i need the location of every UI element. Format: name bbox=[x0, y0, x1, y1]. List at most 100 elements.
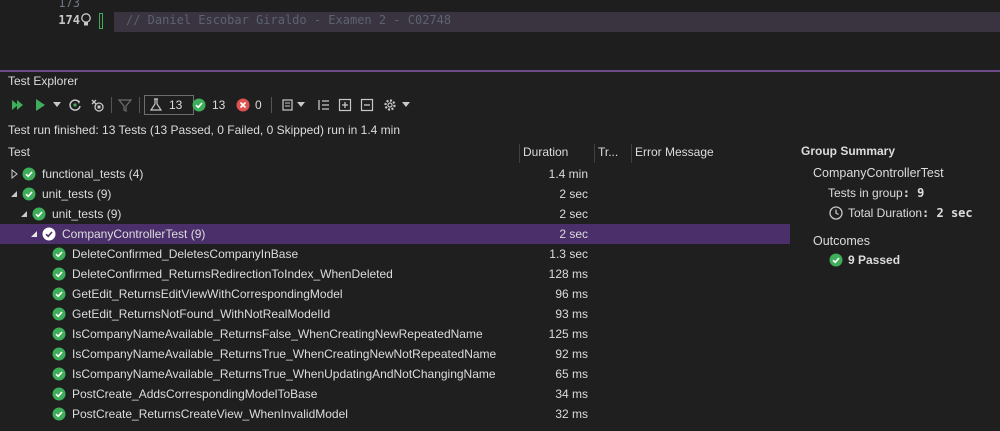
test-duration: 65 ms bbox=[555, 367, 588, 381]
test-duration: 92 ms bbox=[555, 347, 588, 361]
test-row[interactable]: DeleteConfirmed_DeletesCompanyInBase 1.3 … bbox=[0, 244, 790, 264]
test-row[interactable]: PostCreate_AddsCorrespondingModelToBase 3… bbox=[0, 384, 790, 404]
lightbulb-icon[interactable] bbox=[80, 12, 92, 28]
line-number: 173 bbox=[58, 0, 80, 10]
line-number-current: 174 bbox=[58, 13, 80, 27]
tree-row-company-controller-test[interactable]: CompanyControllerTest (9) 2 sec bbox=[0, 224, 790, 244]
test-name: PostCreate_AddsCorrespondingModelToBase bbox=[72, 387, 318, 401]
test-name: functional_tests (4) bbox=[42, 167, 144, 181]
test-name: PostCreate_ReturnsCreateView_WhenInvalid… bbox=[72, 407, 348, 421]
test-name: CompanyControllerTest (9) bbox=[62, 227, 206, 241]
column-divider[interactable] bbox=[631, 144, 632, 163]
tests-in-group-value: 9 bbox=[917, 186, 925, 200]
toolbar-separator bbox=[139, 97, 140, 113]
group-summary-name: CompanyControllerTest bbox=[813, 166, 944, 180]
run-summary: Test run finished: 13 Tests (13 Passed, … bbox=[8, 123, 400, 137]
expand-all-icon[interactable] bbox=[337, 96, 353, 114]
test-name: unit_tests (9) bbox=[42, 187, 112, 201]
column-header-error-message[interactable]: Error Message bbox=[635, 145, 714, 163]
column-header-duration[interactable]: Duration bbox=[523, 145, 568, 163]
test-duration: 34 ms bbox=[555, 387, 588, 401]
passed-icon bbox=[22, 187, 36, 201]
test-duration: 93 ms bbox=[555, 307, 588, 321]
run-all-icon[interactable] bbox=[9, 96, 25, 114]
test-name: IsCompanyNameAvailable_ReturnsTrue_WhenU… bbox=[72, 367, 496, 381]
toolbar-separator bbox=[271, 97, 272, 113]
test-duration: 2 sec bbox=[559, 227, 588, 241]
test-row[interactable]: IsCompanyNameAvailable_ReturnsTrue_WhenC… bbox=[0, 344, 790, 364]
chevron-right-icon[interactable] bbox=[11, 169, 19, 179]
test-row[interactable]: IsCompanyNameAvailable_ReturnsFalse_When… bbox=[0, 324, 790, 344]
filter-icon[interactable] bbox=[117, 96, 133, 114]
playlist-icon[interactable] bbox=[280, 96, 296, 114]
test-row[interactable]: DeleteConfirmed_ReturnsRedirectionToInde… bbox=[0, 264, 790, 284]
test-name: GetEdit_ReturnsEditViewWithCorresponding… bbox=[72, 287, 343, 301]
test-duration: 32 ms bbox=[555, 407, 588, 421]
passed-icon bbox=[52, 287, 66, 301]
panel-title: Test Explorer bbox=[8, 74, 79, 88]
test-duration: 2 sec bbox=[559, 207, 588, 221]
code-comment[interactable]: // Daniel Escobar Giraldo - Examen 2 - C… bbox=[126, 13, 451, 27]
passed-selected-icon bbox=[42, 227, 56, 241]
total-duration-value: 2 sec bbox=[936, 206, 973, 220]
chevron-down-icon[interactable] bbox=[402, 96, 410, 114]
passed-icon bbox=[52, 347, 66, 361]
test-duration: 96 ms bbox=[555, 287, 588, 301]
test-row[interactable]: PostCreate_ReturnsCreateView_WhenInvalid… bbox=[0, 404, 790, 424]
test-name: IsCompanyNameAvailable_ReturnsFalse_When… bbox=[72, 327, 483, 341]
column-divider[interactable] bbox=[519, 144, 520, 163]
test-toolbar: 13 13 0 bbox=[0, 94, 520, 116]
test-name: unit_tests (9) bbox=[52, 207, 122, 221]
tree-row-unit-tests[interactable]: unit_tests (9) 2 sec bbox=[0, 184, 790, 204]
chevron-expanded-icon[interactable] bbox=[30, 229, 38, 239]
column-header-traits[interactable]: Tr... bbox=[598, 145, 618, 163]
test-duration: 1.4 min bbox=[548, 167, 588, 181]
passed-outcome[interactable]: 9 Passed bbox=[848, 253, 900, 267]
test-name: IsCompanyNameAvailable_ReturnsTrue_WhenC… bbox=[72, 347, 497, 361]
test-duration: 2 sec bbox=[559, 187, 588, 201]
repeat-run-icon[interactable] bbox=[67, 96, 83, 114]
group-by-icon[interactable] bbox=[316, 96, 332, 114]
flask-icon bbox=[148, 96, 164, 114]
test-duration: 125 ms bbox=[548, 327, 588, 341]
chevron-expanded-icon[interactable] bbox=[20, 209, 28, 219]
passed-icon bbox=[52, 247, 66, 261]
test-row[interactable]: IsCompanyNameAvailable_ReturnsTrue_WhenU… bbox=[0, 364, 790, 384]
tests-in-group: Tests in group: 9 bbox=[828, 186, 924, 200]
failed-filter-icon[interactable] bbox=[235, 96, 251, 114]
gear-icon[interactable] bbox=[382, 96, 398, 114]
tests-in-group-label: Tests in group bbox=[828, 186, 903, 200]
passed-icon bbox=[52, 387, 66, 401]
chevron-expanded-icon[interactable] bbox=[10, 189, 18, 199]
passed-icon bbox=[52, 367, 66, 381]
outcomes-label: Outcomes bbox=[813, 234, 870, 248]
run-icon[interactable] bbox=[32, 96, 48, 114]
passed-icon bbox=[52, 407, 66, 421]
group-summary-heading: Group Summary bbox=[801, 144, 896, 158]
test-duration: 1.3 sec bbox=[549, 247, 588, 261]
column-header-test[interactable]: Test bbox=[8, 145, 30, 163]
passed-icon bbox=[52, 307, 66, 321]
column-divider[interactable] bbox=[594, 144, 595, 163]
total-count: 13 bbox=[169, 98, 183, 112]
passed-icon bbox=[829, 253, 843, 267]
clock-icon bbox=[829, 206, 843, 220]
tree-row-unit-tests-namespace[interactable]: unit_tests (9) 2 sec bbox=[0, 204, 790, 224]
tree-row-functional-tests[interactable]: functional_tests (4) 1.4 min bbox=[0, 164, 790, 184]
chevron-down-icon[interactable] bbox=[297, 96, 305, 114]
test-name: DeleteConfirmed_DeletesCompanyInBase bbox=[72, 247, 299, 261]
test-row[interactable]: GetEdit_ReturnsNotFound_WithNotRealModel… bbox=[0, 304, 790, 324]
test-row[interactable]: GetEdit_ReturnsEditViewWithCorresponding… bbox=[0, 284, 790, 304]
code-editor[interactable]: 173 174 // Daniel Escobar Giraldo - Exam… bbox=[0, 0, 1000, 70]
colon: : bbox=[902, 186, 918, 200]
chevron-down-icon[interactable] bbox=[52, 96, 62, 114]
panel-splitter[interactable] bbox=[0, 70, 1000, 72]
total-duration: Total Duration: 2 sec bbox=[848, 206, 973, 220]
passed-count: 13 bbox=[212, 98, 226, 112]
colon: : bbox=[922, 206, 937, 220]
passed-filter-icon[interactable] bbox=[191, 96, 207, 114]
collapse-all-icon[interactable] bbox=[359, 96, 375, 114]
toolbar-separator bbox=[111, 97, 112, 113]
cancel-icon[interactable] bbox=[89, 96, 105, 114]
passed-icon bbox=[22, 167, 36, 181]
